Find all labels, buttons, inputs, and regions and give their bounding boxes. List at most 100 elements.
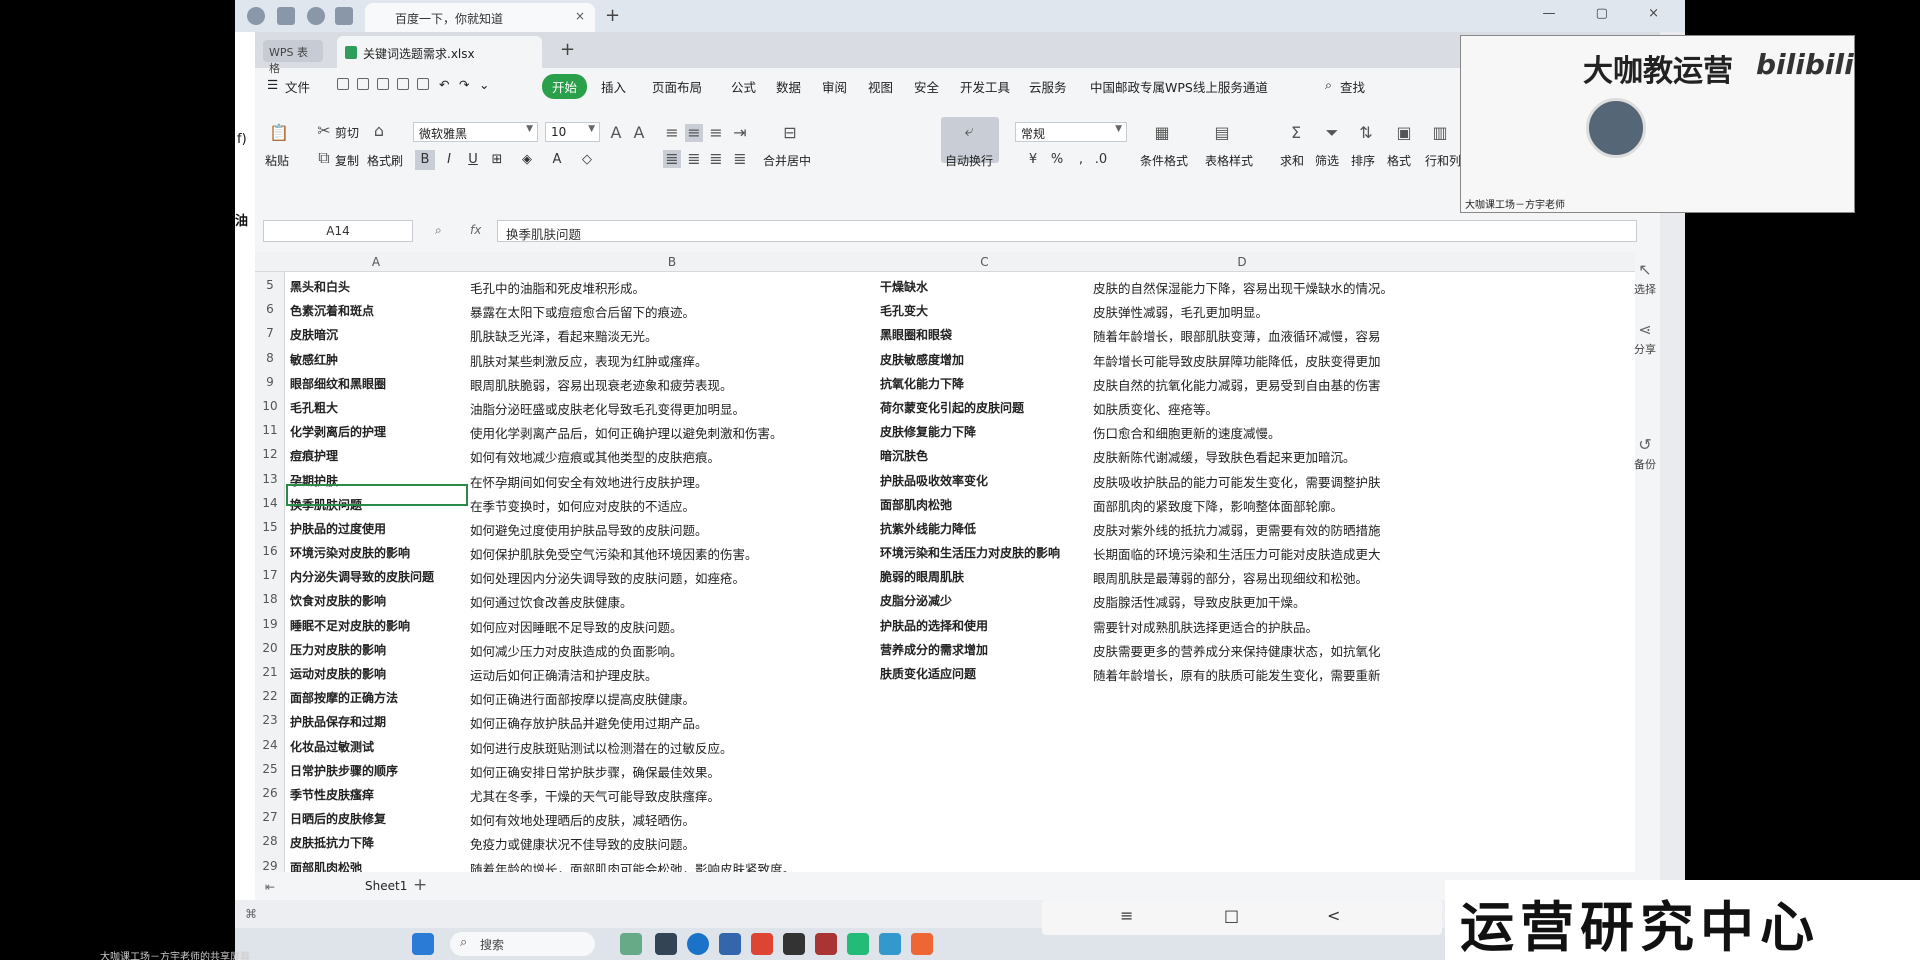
cell-c[interactable]: 抗氧化能力下降: [880, 375, 964, 392]
cell-d[interactable]: 皮肤自然的抗氧化能力减弱，更易受到自由基的伤害: [1093, 375, 1393, 394]
brush-icon[interactable]: ⌂: [370, 122, 388, 140]
browser-tab[interactable]: 百度一下，你就知道 ×: [365, 3, 595, 32]
row-number[interactable]: 22: [255, 689, 285, 703]
cell-b[interactable]: 在季节变换时，如何应对皮肤的不适应。: [470, 496, 695, 515]
name-box[interactable]: A14: [263, 220, 413, 242]
fill-color-icon[interactable]: ◈: [517, 150, 537, 170]
select-tool[interactable]: ↖ 选择: [1625, 260, 1665, 297]
font-size-select[interactable]: 10 ▼: [545, 122, 600, 142]
cell-c[interactable]: 黑眼圈和眼袋: [880, 326, 952, 343]
align-top-icon[interactable]: ≡: [663, 124, 681, 142]
browser-icon[interactable]: [247, 7, 265, 25]
cell-a[interactable]: 面部肌肉松弛: [290, 859, 362, 873]
row-number[interactable]: 29: [255, 859, 285, 873]
cell-b[interactable]: 肌肤对某些刺激反应，表现为红肿或瘙痒。: [470, 351, 708, 370]
sheet-tab[interactable]: Sheet1: [365, 879, 407, 893]
cell-b[interactable]: 油脂分泌旺盛或皮肤老化导致毛孔变得更加明显。: [470, 399, 745, 418]
currency-icon[interactable]: ¥: [1023, 150, 1043, 170]
row-number[interactable]: 25: [255, 762, 285, 776]
app-icon[interactable]: [847, 933, 869, 955]
row-number[interactable]: 5: [255, 278, 285, 292]
print-icon[interactable]: [397, 78, 409, 90]
row-number[interactable]: 23: [255, 713, 285, 727]
app-icon[interactable]: [783, 933, 805, 955]
cell-a[interactable]: 皮肤暗沉: [290, 326, 338, 343]
cell-d[interactable]: 随着年龄增长，原有的肤质可能发生变化，需要重新: [1093, 665, 1393, 684]
browser-icon[interactable]: [307, 7, 325, 25]
cell-d[interactable]: 皮脂腺活性减弱，导致皮肤更加干燥。: [1093, 592, 1393, 611]
menu-file[interactable]: 文件: [285, 77, 310, 96]
add-sheet-button[interactable]: +: [413, 875, 427, 895]
cell-b[interactable]: 毛孔中的油脂和死皮堆积形成。: [470, 278, 645, 297]
cell-a[interactable]: 睡眠不足对皮肤的影响: [290, 617, 410, 634]
cell-c[interactable]: 营养成分的需求增加: [880, 641, 988, 658]
cell-b[interactable]: 使用化学剥离产品后，如何正确护理以避免刺激和伤害。: [470, 423, 783, 442]
format-painter-button[interactable]: 格式刷: [367, 152, 403, 169]
browser-icon[interactable]: [277, 7, 295, 25]
cell-d[interactable]: 伤口愈合和细胞更新的速度减慢。: [1093, 423, 1393, 442]
menu-tab-cloud[interactable]: 云服务: [1029, 77, 1067, 96]
paste-icon[interactable]: 📋: [269, 124, 289, 142]
file-tab[interactable]: 关键词选题需求.xlsx: [337, 36, 542, 68]
cell-c[interactable]: 面部肌肉松弛: [880, 496, 952, 513]
indent-icon[interactable]: ⇥: [731, 124, 749, 142]
cell-d[interactable]: 皮肤弹性减弱，毛孔更加明显。: [1093, 302, 1393, 321]
scissors-icon[interactable]: ✂: [315, 122, 333, 140]
cell-a[interactable]: 季节性皮肤瘙痒: [290, 786, 374, 803]
cell-a[interactable]: 皮肤抵抗力下降: [290, 834, 374, 851]
undo-icon[interactable]: ↶: [439, 77, 449, 92]
cell-d[interactable]: 皮肤对紫外线的抵抗力减弱，更需要有效的防晒措施: [1093, 520, 1393, 539]
menu-tab-security[interactable]: 安全: [914, 77, 939, 96]
back-button[interactable]: <: [1327, 906, 1340, 925]
format-button[interactable]: 格式: [1387, 152, 1411, 169]
cell-a[interactable]: 护肤品保存和过期: [290, 713, 386, 730]
menu-search[interactable]: 查找: [1340, 77, 1365, 96]
thousands-icon[interactable]: ,: [1071, 150, 1091, 170]
menu-tab-review[interactable]: 审阅: [822, 77, 847, 96]
sort-button[interactable]: 排序: [1351, 152, 1375, 169]
menu-tab-data[interactable]: 数据: [776, 77, 801, 96]
open-icon[interactable]: [357, 78, 369, 90]
new-icon[interactable]: [337, 78, 349, 90]
filter-button[interactable]: 筛选: [1315, 152, 1339, 169]
cell-b[interactable]: 眼周肌肤脆弱，容易出现衰老迹象和疲劳表现。: [470, 375, 733, 394]
row-number[interactable]: 12: [255, 447, 285, 461]
column-header-b[interactable]: B: [467, 255, 877, 269]
cell-d[interactable]: 年龄增长可能导致皮肤屏障功能降低，皮肤变得更加: [1093, 351, 1393, 370]
cell-d[interactable]: 需要针对成熟肌肤选择更适合的护肤品。: [1093, 617, 1393, 636]
menu-tab-formulas[interactable]: 公式: [731, 77, 756, 96]
cell-a[interactable]: 化妆品过敏测试: [290, 738, 374, 755]
windows-start-icon[interactable]: [412, 933, 434, 955]
cell-c[interactable]: 环境污染和生活压力对皮肤的影响: [880, 544, 1060, 561]
cell-b[interactable]: 如何通过饮食改善皮肤健康。: [470, 592, 633, 611]
copy-button[interactable]: 复制: [335, 152, 359, 169]
share-tool[interactable]: ⋖ 分享: [1625, 320, 1665, 357]
cell-d[interactable]: 皮肤需要更多的营养成分来保持健康状态，如抗氧化: [1093, 641, 1393, 660]
app-icon[interactable]: [620, 933, 642, 955]
preview-icon[interactable]: [417, 78, 429, 90]
align-right-icon[interactable]: ≣: [707, 150, 725, 168]
cell-c[interactable]: 暗沉肤色: [880, 447, 928, 464]
row-number[interactable]: 17: [255, 568, 285, 582]
cell-c[interactable]: 皮脂分泌减少: [880, 592, 952, 609]
cell-c[interactable]: 毛孔变大: [880, 302, 928, 319]
row-number[interactable]: 11: [255, 423, 285, 437]
edge-icon[interactable]: [687, 933, 709, 955]
increase-font-icon[interactable]: A: [607, 124, 625, 142]
cell-b[interactable]: 如何保护肌肤免受空气污染和其他环境因素的伤害。: [470, 544, 758, 563]
close-icon[interactable]: ×: [575, 9, 585, 23]
fx-icon[interactable]: fx: [470, 223, 481, 237]
zoom-icon[interactable]: ⌕: [435, 223, 442, 238]
wps-logo[interactable]: WPS 表格: [263, 40, 323, 75]
app-icon[interactable]: [719, 933, 741, 955]
cell-a[interactable]: 敏感红肿: [290, 351, 338, 368]
browser-icon[interactable]: [335, 7, 353, 25]
cell-c[interactable]: 护肤品的选择和使用: [880, 617, 988, 634]
cell-b[interactable]: 免疫力或健康状况不佳导致的皮肤问题。: [470, 834, 695, 853]
cell-d[interactable]: 皮肤的自然保湿能力下降，容易出现干燥缺水的情况。: [1093, 278, 1393, 297]
app-icon[interactable]: [911, 933, 933, 955]
cell-d[interactable]: 眼周肌肤是最薄弱的部分，容易出现细纹和松弛。: [1093, 568, 1393, 587]
sum-button[interactable]: 求和: [1280, 152, 1304, 169]
cell-a[interactable]: 压力对皮肤的影响: [290, 641, 386, 658]
cell-c[interactable]: 荷尔蒙变化引起的皮肤问题: [880, 399, 1024, 416]
